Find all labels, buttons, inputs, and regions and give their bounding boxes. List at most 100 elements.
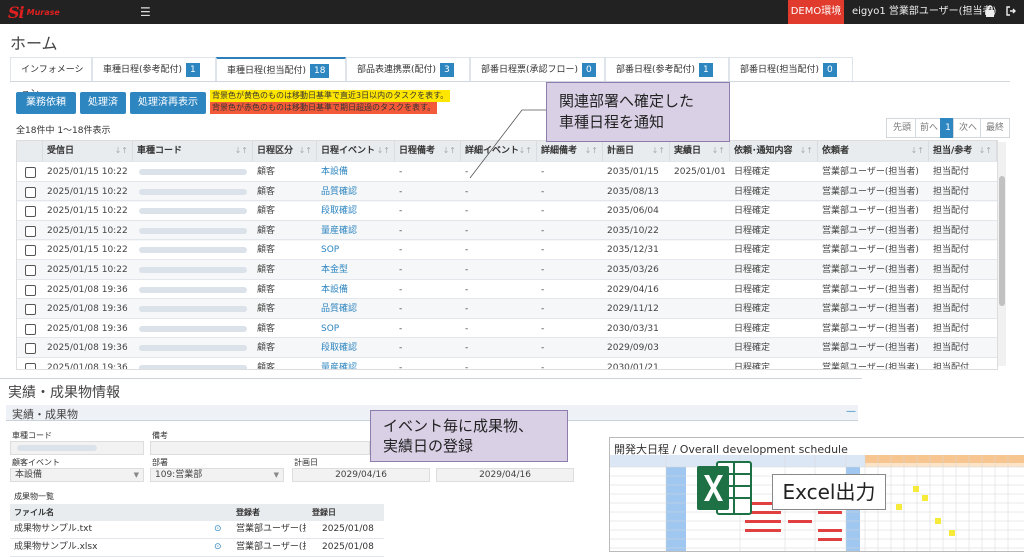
actual-date-column-header[interactable]: 実績日 ↓↑ [670, 141, 730, 161]
row-checkbox[interactable] [25, 323, 36, 335]
deliverable-row[interactable]: 成果物サンプル.txt ⊙ 営業部ユーザー(担当者) 2025/01/08 [10, 521, 384, 539]
company-logo[interactable]: Si Murase [8, 2, 60, 22]
row-checkbox[interactable] [25, 363, 36, 369]
table-row[interactable]: 2025/01/15 10:22 顧客 本金型 - - -2035/03/26 日程確定 営業… [17, 259, 997, 280]
schedule-event-cell[interactable]: 品質確認 [317, 182, 395, 202]
sort-icon[interactable]: ↓↑ [652, 141, 665, 161]
row-checkbox[interactable] [25, 245, 36, 257]
table-row[interactable]: 2025/01/15 10:22 顧客 品質確認 - - -2035/08/13 日程確定営… [17, 180, 997, 202]
schedule-event-cell[interactable]: 品質確認 [317, 299, 395, 319]
table-row[interactable]: 2025/01/08 19:36 顧客 段取確認 - - -2029/09/03 日程確定営… [17, 337, 997, 359]
collapse-icon[interactable]: — [846, 406, 856, 417]
customer-event-select[interactable]: 本設備 ▼ [10, 468, 144, 482]
row-checkbox-cell[interactable] [17, 260, 43, 280]
lock-icon[interactable] [985, 5, 995, 17]
schedule-event-cell[interactable]: SOP [317, 319, 395, 339]
row-checkbox-cell[interactable] [17, 358, 43, 369]
row-checkbox[interactable] [25, 225, 36, 237]
row-checkbox[interactable] [25, 265, 36, 276]
row-checkbox-cell[interactable] [17, 221, 43, 241]
schedule-event-cell[interactable]: 本設備 [317, 280, 395, 300]
sort-icon[interactable]: ↓↑ [800, 141, 813, 161]
plan-date-column-header[interactable]: 計画日 ↓↑ [603, 141, 670, 161]
schedule-event-column-header[interactable]: 日程イベント ↓↑ [317, 141, 395, 161]
plan-date-field[interactable]: 2029/04/16 [292, 468, 430, 482]
row-checkbox[interactable] [25, 343, 36, 355]
schedule-note-column-header[interactable]: 日程備考 ↓↑ [395, 141, 461, 161]
pager-next-button[interactable]: 次へ [953, 118, 983, 138]
deliverable-row[interactable]: 成果物サンプル.xlsx ⊙ 営業部ユーザー(担当者) 2025/01/08 [10, 539, 384, 557]
sort-icon[interactable]: ↓↑ [377, 141, 390, 161]
row-checkbox[interactable] [25, 206, 36, 218]
schedule-event-cell[interactable]: 段取確認 [317, 201, 395, 221]
tab-part-schedule-approval[interactable]: 部番日程票(承認フロー) 0 [470, 57, 605, 81]
table-row[interactable]: 2025/01/08 19:36 顧客 SOP - - -2030/03/31 日程確定 営業… [17, 317, 997, 339]
row-checkbox[interactable] [25, 167, 36, 178]
table-row[interactable]: 2025/01/15 10:22 顧客 本設備 - - -2035/01/15 2025/0… [17, 161, 997, 182]
row-checkbox-cell[interactable] [17, 162, 43, 182]
file-name[interactable]: 成果物サンプル.xlsx [10, 539, 200, 556]
scrollbar-thumb[interactable] [999, 176, 1005, 306]
tab-parts-list[interactable]: 部品表連携票(配付) 3 [346, 57, 470, 81]
detail-event-column-header[interactable]: 詳細イベント ↓↑ [461, 141, 537, 161]
request-content-column-header[interactable]: 依頼･通知内容 ↓↑ [730, 141, 818, 161]
request-button[interactable]: 業務依頼 [16, 92, 76, 114]
sort-icon[interactable]: ↓↑ [235, 141, 248, 161]
sort-icon[interactable]: ↓↑ [911, 141, 924, 161]
remarks-field[interactable] [150, 441, 370, 455]
sort-icon[interactable]: ↓↑ [443, 141, 456, 161]
schedule-event-cell[interactable]: 本金型 [317, 260, 395, 280]
sort-icon[interactable]: ↓↑ [712, 141, 725, 161]
detail-note-column-header[interactable]: 詳細備考 ↓↑ [537, 141, 603, 161]
pager-prev-button[interactable]: 前へ [915, 118, 943, 138]
received-date-column-header[interactable]: 受信日 ↓↑ [43, 141, 133, 161]
download-icon[interactable]: ⊙ [210, 539, 228, 556]
requester-column-header[interactable]: 依頼者 ↓↑ [818, 141, 929, 161]
reshow-processed-button[interactable]: 処理済再表示 [130, 92, 206, 114]
sort-icon[interactable]: ↓↑ [519, 141, 532, 161]
schedule-event-cell[interactable]: 量産確認 [317, 221, 395, 241]
processed-button[interactable]: 処理済 [80, 92, 126, 114]
tab-part-schedule-assigned[interactable]: 部番日程(担当配付) 0 [729, 57, 853, 81]
car-code-column-header[interactable]: 車種コード ↓↑ [133, 141, 253, 161]
schedule-event-cell[interactable]: 段取確認 [317, 338, 395, 358]
department-select[interactable]: 109:営業部 ▼ [150, 468, 284, 482]
sort-icon[interactable]: ↓↑ [299, 141, 312, 161]
schedule-event-cell[interactable]: 量産確認 [317, 358, 395, 369]
file-name[interactable]: 成果物サンプル.txt [10, 521, 200, 538]
table-scrollbar[interactable] [998, 142, 1006, 366]
sort-icon[interactable]: ↓↑ [585, 141, 598, 161]
sort-icon[interactable]: ↓↑ [979, 141, 992, 161]
row-checkbox[interactable] [25, 304, 36, 316]
actual-date-field[interactable]: 2029/04/16 [436, 468, 574, 482]
tab-car-schedule-assigned[interactable]: 車種日程(担当配付) 18 [216, 57, 346, 81]
menu-icon[interactable]: ☰ [140, 5, 151, 19]
row-checkbox-cell[interactable] [17, 201, 43, 221]
table-row[interactable]: 2025/01/08 19:36 顧客 品質確認 - - -2029/11/12 日程確定営… [17, 298, 997, 320]
schedule-event-cell[interactable]: SOP [317, 240, 395, 260]
schedule-type-column-header[interactable]: 日程区分 ↓↑ [253, 141, 317, 161]
row-checkbox[interactable] [25, 186, 36, 198]
table-row[interactable]: 2025/01/15 10:22 顧客 段取確認 - - -2035/06/04 日程確定営… [17, 200, 997, 221]
tab-information[interactable]: インフォメーション [10, 57, 92, 99]
row-checkbox-cell[interactable] [17, 338, 43, 358]
logout-icon[interactable] [1006, 5, 1016, 17]
row-checkbox-cell[interactable] [17, 240, 43, 260]
table-row[interactable]: 2025/01/08 19:36 顧客 本設備 - - -2029/04/16 日程確定 営業… [17, 278, 997, 300]
row-checkbox-cell[interactable] [17, 319, 43, 339]
schedule-event-cell[interactable]: 本設備 [317, 162, 395, 182]
sort-icon[interactable]: ↓↑ [115, 141, 128, 161]
pager-first-button[interactable]: 先頭 [886, 118, 918, 138]
table-row[interactable]: 2025/01/15 10:22 顧客 量産確認 - - -2035/10/22 日程確定営… [17, 219, 997, 241]
user-name[interactable]: eigyo1 営業部ユーザー(担当者) [852, 0, 996, 24]
car-code-field[interactable] [10, 441, 144, 455]
table-row[interactable]: 2025/01/08 19:36 顧客 量産確認 - - -2030/01/21 日程確定営… [17, 357, 997, 369]
download-icon[interactable]: ⊙ [210, 521, 228, 538]
table-row[interactable]: 2025/01/15 10:22 顧客 SOP - - -2035/12/31 日程確定 営業… [17, 239, 997, 260]
assignment-column-header[interactable]: 担当/参考 ↓↑ [929, 141, 997, 161]
pager-last-button[interactable]: 最終 [980, 118, 1010, 138]
row-checkbox-cell[interactable] [17, 182, 43, 202]
row-checkbox[interactable] [25, 284, 36, 296]
tab-car-schedule-reference[interactable]: 車種日程(参考配付) 1 [92, 57, 216, 81]
row-checkbox-cell[interactable] [17, 299, 43, 319]
